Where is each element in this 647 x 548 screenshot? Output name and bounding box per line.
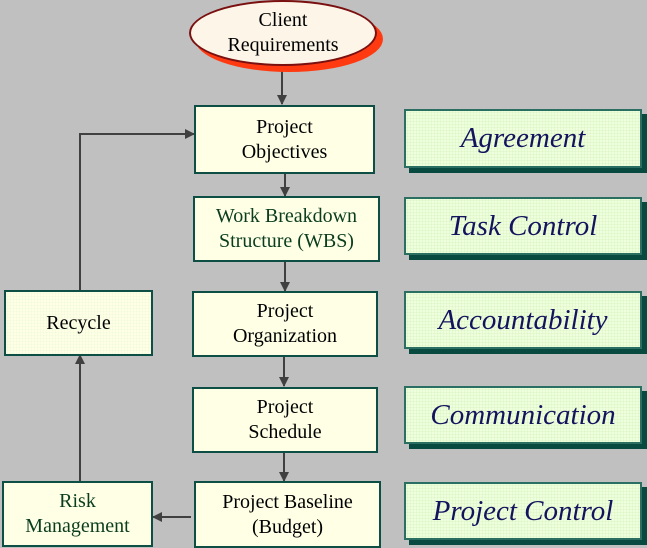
project-organization-node: Project Organization bbox=[192, 291, 378, 357]
wbs-node: Work Breakdown Structure (WBS) bbox=[193, 196, 380, 262]
node-label-line: Project bbox=[256, 300, 314, 322]
node-label-line: Project bbox=[256, 396, 314, 418]
outcome-communication: Communication bbox=[404, 386, 642, 444]
node-label-line: Project Baseline bbox=[222, 490, 353, 513]
node-label-line: Requirements bbox=[227, 34, 339, 56]
recycle-node: Recycle bbox=[4, 290, 153, 356]
connector-layer bbox=[75, 68, 290, 522]
project-baseline-node: Project Baseline (Budget) bbox=[194, 481, 381, 548]
outcome-project-control: Project Control bbox=[404, 482, 642, 540]
node-label-line: (Budget) bbox=[251, 515, 324, 538]
outcome-task-control: Task Control bbox=[404, 197, 642, 255]
node-label-line: Work Breakdown bbox=[215, 205, 358, 227]
client-requirements-node: Client Requirements bbox=[189, 0, 377, 66]
node-label-line: Organization bbox=[232, 325, 338, 347]
outcome-label: Project Control bbox=[432, 494, 614, 527]
node-label-line: Client bbox=[258, 9, 308, 31]
node-label-line: Schedule bbox=[248, 421, 322, 443]
outcome-accountability: Accountability bbox=[404, 291, 642, 349]
outcome-label: Communication bbox=[430, 398, 616, 431]
outcome-agreement: Agreement bbox=[404, 109, 642, 168]
node-label-line: Project bbox=[256, 115, 313, 138]
outcome-label: Agreement bbox=[460, 122, 586, 154]
project-schedule-node: Project Schedule bbox=[192, 387, 378, 453]
outcome-label: Task Control bbox=[448, 209, 598, 242]
risk-management-node: Risk Management bbox=[2, 481, 153, 547]
arrow-recycle-to-objectives bbox=[79, 129, 195, 290]
node-label-line: Objectives bbox=[241, 140, 328, 163]
node-label-line: Recycle bbox=[46, 311, 111, 334]
node-label-line: Management bbox=[25, 515, 130, 537]
outcome-label: Accountability bbox=[438, 303, 608, 336]
node-label-line: Structure (WBS) bbox=[219, 230, 354, 252]
node-label-line: Risk bbox=[59, 490, 96, 512]
project-objectives-node: Project Objectives bbox=[194, 105, 375, 174]
